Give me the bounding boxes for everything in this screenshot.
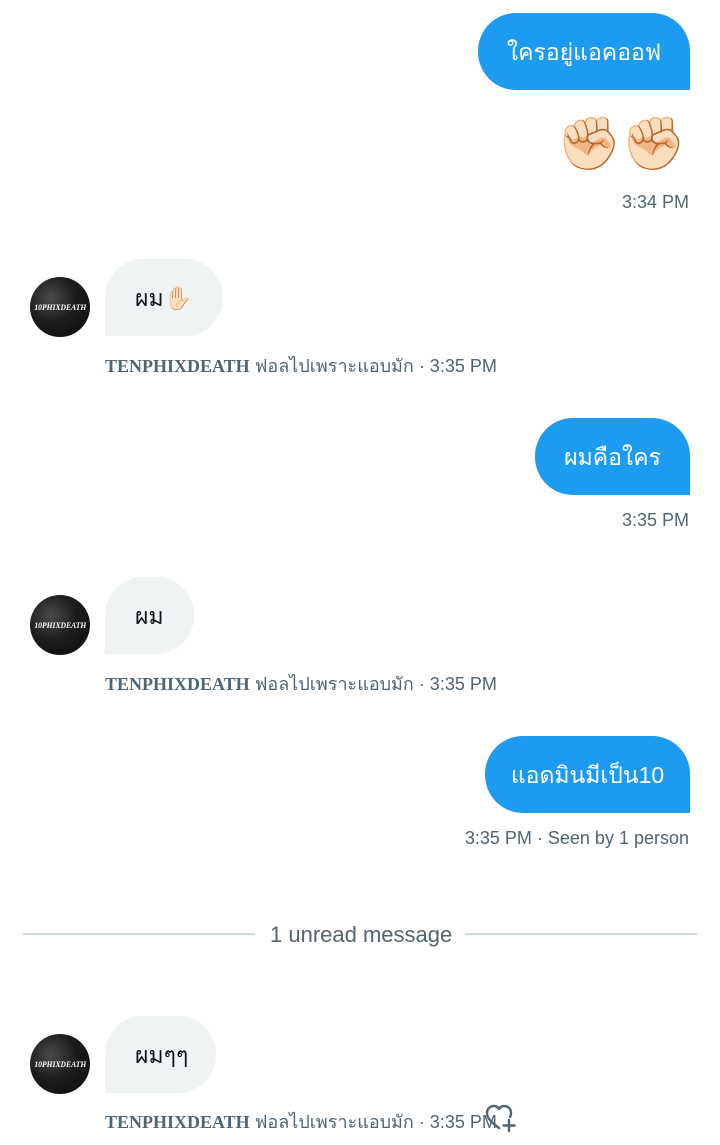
- sender-bio-time: ฟอลไปเพราะแอบมัก · 3:35 PM: [249, 356, 497, 376]
- avatar-label: 10PHIXDEATH: [34, 620, 86, 630]
- sender-bio-time: ฟอลไปเพราะแอบมัก · 3:35 PM: [249, 1112, 497, 1132]
- message-text: ผม: [135, 602, 164, 629]
- avatar-label: 10PHIXDEATH: [34, 1059, 86, 1069]
- sender-avatar[interactable]: 10PHIXDEATH: [30, 595, 90, 655]
- message-text: ใครอยู่แอคออฟ: [506, 38, 662, 65]
- sender-avatar[interactable]: 10PHIXDEATH: [30, 277, 90, 337]
- heart-plus-icon[interactable]: [485, 1103, 517, 1133]
- incoming-message-bubble[interactable]: ผม: [105, 577, 194, 654]
- message-meta: TENPHIXDEATH ฟอลไปเพราะแอบมัก · 3:35 PM: [105, 669, 497, 698]
- sender-name[interactable]: TENPHIXDEATH: [105, 356, 250, 376]
- message-text: แอดมินมีเป็น10: [510, 761, 665, 788]
- incoming-message-bubble[interactable]: ผม✋🏻: [105, 259, 223, 336]
- message-timestamp: 3:34 PM: [621, 192, 689, 212]
- message-text: ผม✋🏻: [135, 284, 193, 311]
- sender-name[interactable]: TENPHIXDEATH: [105, 674, 250, 694]
- avatar-label: 10PHIXDEATH: [34, 302, 86, 312]
- message-text: ผมๆๆ: [135, 1041, 189, 1068]
- sender-bio-time: ฟอลไปเพราะแอบมัก · 3:35 PM: [249, 674, 497, 694]
- incoming-message-bubble[interactable]: ผมๆๆ: [105, 1016, 216, 1093]
- message-timestamp: 3:35 PM: [621, 510, 689, 530]
- message-text: ผมคือใคร: [564, 443, 661, 470]
- emoji-message[interactable]: ✊🏻✊🏻: [557, 114, 687, 174]
- message-meta: TENPHIXDEATH ฟอลไปเพราะแอบมัก · 3:35 PM: [105, 1107, 497, 1136]
- raised-fist-emoji: ✊🏻✊🏻: [556, 115, 687, 173]
- outgoing-message-bubble[interactable]: ใครอยู่แอคออฟ: [478, 13, 690, 90]
- divider-line: [465, 933, 697, 935]
- outgoing-message-bubble[interactable]: ผมคือใคร: [535, 418, 690, 495]
- sender-name[interactable]: TENPHIXDEATH: [105, 1112, 250, 1132]
- divider-line: [23, 933, 255, 935]
- sender-avatar[interactable]: 10PHIXDEATH: [30, 1034, 90, 1094]
- message-meta: TENPHIXDEATH ฟอลไปเพราะแอบมัก · 3:35 PM: [105, 351, 497, 380]
- unread-divider-label: 1 unread message: [270, 922, 453, 947]
- outgoing-message-bubble[interactable]: แอดมินมีเป็น10: [485, 736, 690, 813]
- message-timestamp-seen: 3:35 PM · Seen by 1 person: [464, 828, 689, 848]
